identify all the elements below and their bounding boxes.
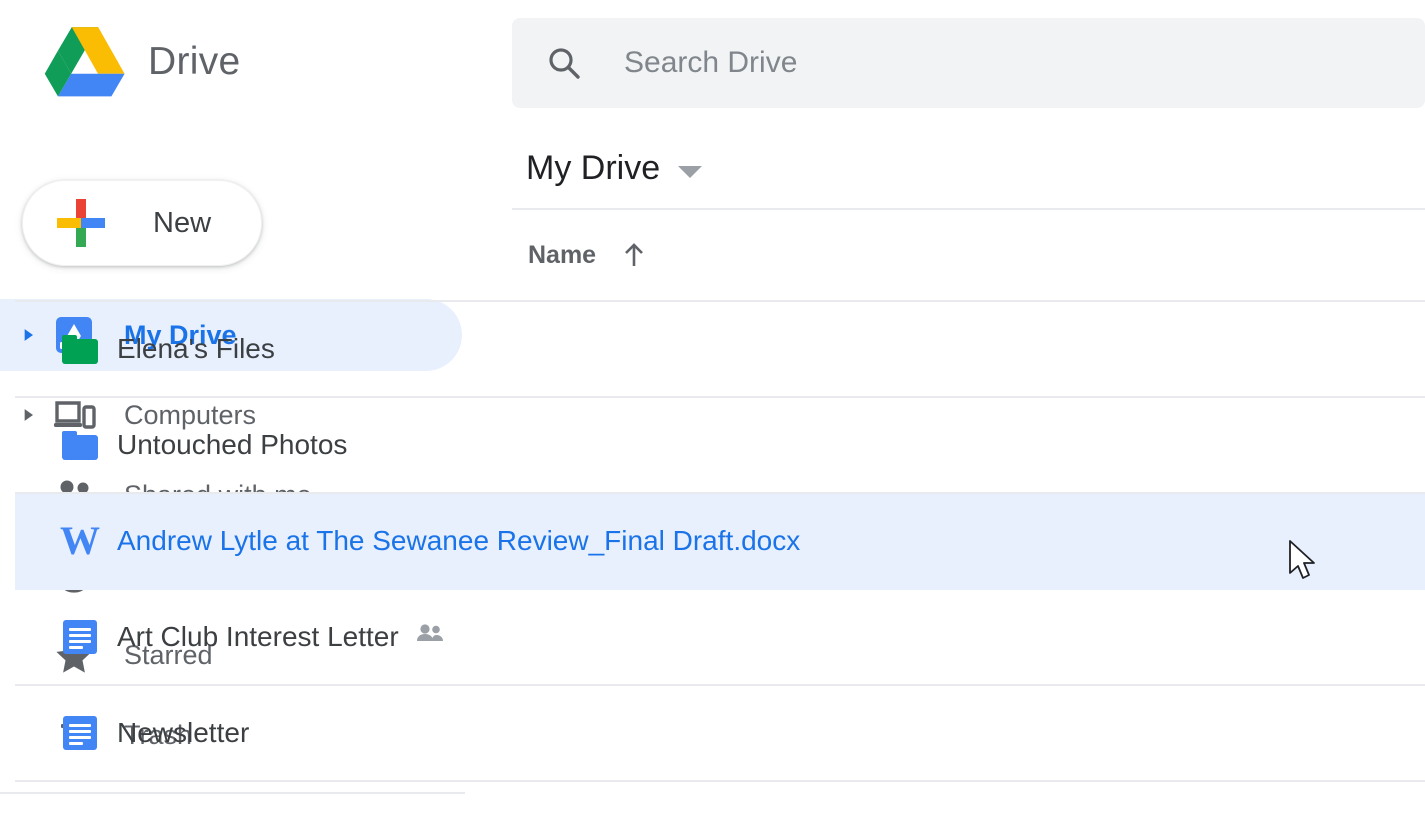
search-placeholder: Search Drive bbox=[624, 46, 798, 79]
word-doc-icon: W bbox=[60, 518, 100, 563]
file-name: Art Club Interest Letter bbox=[117, 621, 399, 652]
file-list: Elena's Files Untouched Photos W Andrew … bbox=[15, 300, 1425, 782]
shared-people-icon bbox=[415, 622, 445, 652]
table-row[interactable]: Newsletter bbox=[15, 686, 1425, 782]
new-button-label: New bbox=[153, 206, 212, 239]
brand-name: Drive bbox=[148, 39, 241, 83]
file-name: Newsletter bbox=[117, 717, 250, 748]
list-column-header: Name bbox=[512, 208, 1425, 300]
file-name: Andrew Lytle at The Sewanee Review_Final… bbox=[117, 525, 801, 556]
google-docs-icon bbox=[60, 713, 100, 753]
file-name: Elena's Files bbox=[117, 333, 275, 364]
column-header-name[interactable]: Name bbox=[528, 241, 596, 270]
new-button[interactable]: New bbox=[22, 180, 262, 266]
table-row[interactable]: Untouched Photos bbox=[15, 398, 1425, 494]
brand-header: Drive bbox=[44, 24, 241, 98]
breadcrumb[interactable]: My Drive bbox=[526, 149, 703, 187]
google-drive-logo-icon bbox=[44, 27, 125, 97]
breadcrumb-current: My Drive bbox=[526, 149, 661, 187]
table-row[interactable]: Elena's Files bbox=[15, 302, 1425, 398]
drive-app: Drive New My Drive Computers Starred Tra… bbox=[0, 0, 1425, 813]
search-input[interactable]: Search Drive bbox=[512, 18, 1425, 108]
chevron-down-icon[interactable] bbox=[678, 165, 703, 178]
table-row[interactable]: W Andrew Lytle at The Sewanee Review_Fin… bbox=[15, 494, 1425, 590]
folder-blue-icon bbox=[60, 425, 100, 465]
file-name: Untouched Photos bbox=[117, 429, 348, 460]
table-row[interactable]: Art Club Interest Letter bbox=[15, 590, 1425, 686]
google-docs-icon bbox=[60, 617, 100, 657]
search-icon bbox=[546, 45, 582, 81]
folder-green-icon bbox=[60, 329, 100, 369]
arrow-up-icon[interactable] bbox=[620, 241, 648, 269]
plus-icon bbox=[53, 195, 109, 251]
sidebar-divider bbox=[0, 792, 465, 794]
